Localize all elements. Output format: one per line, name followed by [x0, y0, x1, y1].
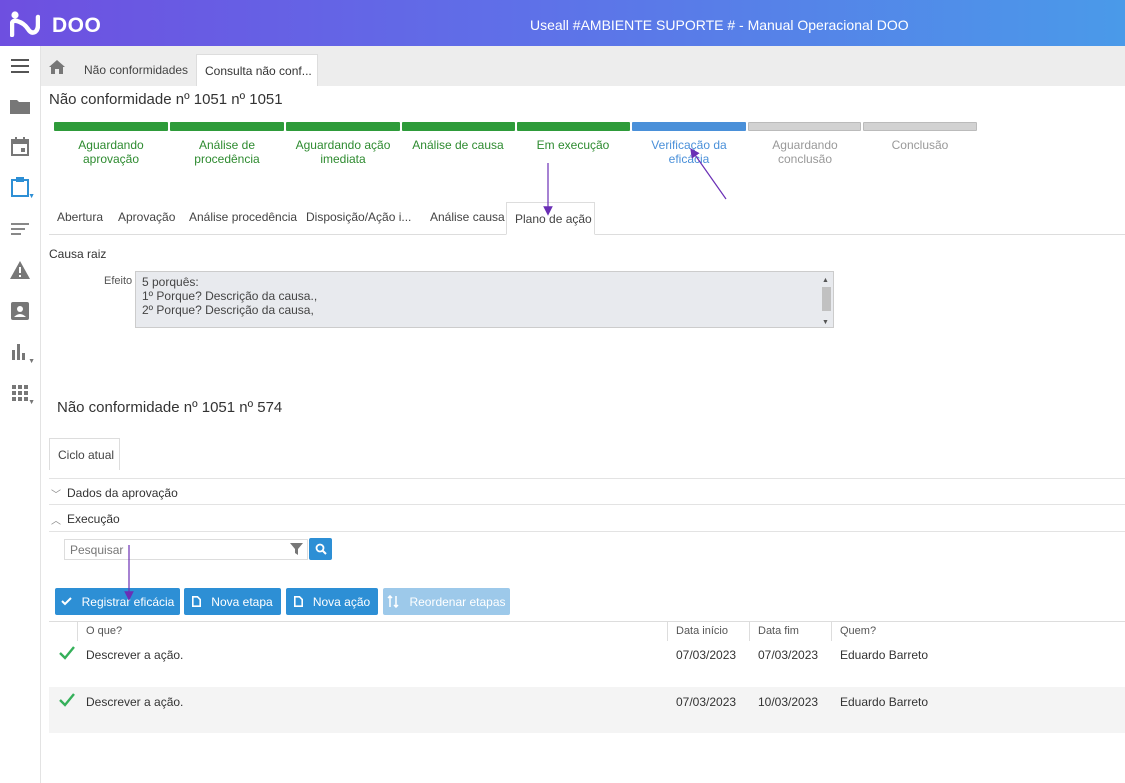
list-icon[interactable]: [9, 218, 31, 240]
new-action-label: Nova ação: [312, 594, 371, 609]
column-header-end[interactable]: Data fim: [749, 622, 831, 641]
warning-icon[interactable]: [9, 259, 31, 281]
sidebar: ▼ ▼ ▼: [0, 46, 41, 783]
table-row[interactable]: Descrever a ação. 07/03/2023 10/03/2023 …: [49, 687, 1125, 733]
check-icon: [59, 693, 75, 707]
tab-abertura[interactable]: Abertura: [57, 210, 103, 224]
tab-analise-causa[interactable]: Análise causa: [430, 210, 505, 224]
folder-icon[interactable]: [9, 95, 31, 117]
document-icon: [293, 596, 303, 607]
effect-label: Efeito: [104, 275, 133, 287]
search-icon: [315, 543, 327, 555]
step-label-8: Conclusão: [891, 138, 949, 152]
step-bar-3: [286, 122, 400, 131]
new-stage-label: Nova etapa: [211, 594, 273, 609]
register-efficacy-label: Registrar eficácia: [81, 594, 175, 609]
cell-start: 07/03/2023: [676, 695, 737, 709]
tab-plano-acao[interactable]: Plano de ação: [506, 202, 595, 235]
check-icon: [60, 597, 72, 606]
effect-line-2: 1º Porque? Descrição da causa.,: [142, 289, 318, 303]
search-button[interactable]: [309, 538, 332, 560]
scroll-up-icon[interactable]: ▲: [822, 274, 829, 288]
table-row[interactable]: Descrever a ação. 07/03/2023 07/03/2023 …: [49, 640, 1125, 686]
cell-what: Descrever a ação.: [86, 648, 184, 662]
column-header-what[interactable]: O que?: [77, 622, 667, 641]
calendar-icon[interactable]: [9, 135, 31, 157]
register-efficacy-button[interactable]: Registrar eficácia: [55, 588, 180, 615]
search-input[interactable]: Pesquisar: [64, 539, 308, 560]
check-icon: [59, 646, 75, 660]
scroll-thumb[interactable]: [822, 287, 831, 311]
step-label-4: Análise de causa: [412, 138, 504, 152]
home-icon[interactable]: [49, 60, 65, 79]
step-bar-7: [748, 122, 861, 131]
reorder-icon: [387, 595, 399, 608]
chevron-down-icon: ﹀: [51, 490, 61, 501]
tab-ciclo-atual[interactable]: Ciclo atual: [49, 438, 120, 470]
tab-consulta[interactable]: Consulta não conf...: [196, 54, 318, 86]
textarea-scrollbar[interactable]: ▲ ▼: [820, 273, 832, 326]
tab-analise-procedencia[interactable]: Análise procedência: [189, 210, 297, 224]
apps-grid-icon[interactable]: ▼: [9, 382, 35, 406]
step-bar-8: [863, 122, 977, 131]
tab-aprovacao[interactable]: Aprovação: [118, 210, 175, 224]
effect-textarea[interactable]: 5 porquês: 1º Porque? Descrição da causa…: [135, 271, 834, 328]
effect-line-1: 5 porquês:: [142, 275, 199, 289]
table-header: O que? Data início Data fim Quem?: [49, 621, 1125, 641]
filter-icon[interactable]: [290, 543, 303, 558]
contact-icon[interactable]: [9, 300, 31, 322]
cell-what: Descrever a ação.: [86, 695, 184, 709]
new-action-button[interactable]: Nova ação: [286, 588, 378, 615]
step-bar-1: [54, 122, 168, 131]
effect-line-3: 2º Porque? Descrição da causa,: [142, 303, 314, 317]
logo-text: DOO: [52, 14, 102, 37]
page-title: Não conformidade nº 1051 nº 1051: [49, 91, 283, 108]
accordion-approval[interactable]: ﹀ Dados da aprovação: [49, 478, 1125, 505]
step-bar-5: [517, 122, 630, 131]
search-placeholder: Pesquisar: [70, 543, 124, 557]
accordion-execution-label: Execução: [67, 512, 120, 526]
column-header-start[interactable]: Data início: [667, 622, 749, 641]
menu-icon[interactable]: [9, 55, 31, 77]
step-label-6: Verificação da eficácia: [651, 138, 727, 166]
accordion-approval-label: Dados da aprovação: [67, 486, 178, 500]
step-label-3: Aguardando ação imediata: [295, 138, 391, 166]
reorder-stages-button[interactable]: Reordenar etapas: [383, 588, 510, 615]
reorder-stages-label: Reordenar etapas: [409, 594, 506, 609]
new-stage-button[interactable]: Nova etapa: [184, 588, 281, 615]
cell-end: 07/03/2023: [758, 648, 819, 662]
chevron-up-icon: ︿: [51, 516, 61, 527]
cell-end: 10/03/2023: [758, 695, 819, 709]
breadcrumb: Não conformidades Consulta não conf...: [41, 46, 1125, 86]
section-root-cause: Causa raiz: [49, 247, 107, 261]
bar-chart-icon[interactable]: ▼: [9, 341, 35, 365]
app-logo[interactable]: DOO: [9, 10, 102, 38]
step-bar-2: [170, 122, 284, 131]
top-bar: DOO Useall #AMBIENTE SUPORTE # - Manual …: [0, 0, 1125, 46]
step-label-2: Análise de procedência: [194, 138, 260, 166]
scroll-down-icon[interactable]: ▼: [822, 316, 829, 330]
column-header-who[interactable]: Quem?: [831, 622, 1125, 641]
step-bar-6: [632, 122, 746, 131]
cell-who: Eduardo Barreto: [840, 648, 929, 662]
sub-title: Não conformidade nº 1051 nº 574: [57, 399, 283, 416]
breadcrumb-item-nonconformities[interactable]: Não conformidades: [84, 63, 188, 77]
step-label-1: Aguardando aprovação: [78, 138, 144, 166]
document-icon: [192, 596, 202, 607]
tab-disposicao[interactable]: Disposição/Ação i...: [306, 210, 411, 224]
step-label-5: Em execução: [536, 138, 610, 152]
window-title: Useall #AMBIENTE SUPORTE # - Manual Oper…: [530, 17, 909, 33]
cell-start: 07/03/2023: [676, 648, 737, 662]
accordion-execution[interactable]: ︿ Execução: [49, 505, 1125, 532]
clipboard-icon[interactable]: ▼: [9, 176, 35, 200]
logo-icon: [9, 11, 41, 38]
step-bar-4: [402, 122, 515, 131]
cell-who: Eduardo Barreto: [840, 695, 929, 709]
step-label-7: Aguardando conclusão: [772, 138, 838, 166]
